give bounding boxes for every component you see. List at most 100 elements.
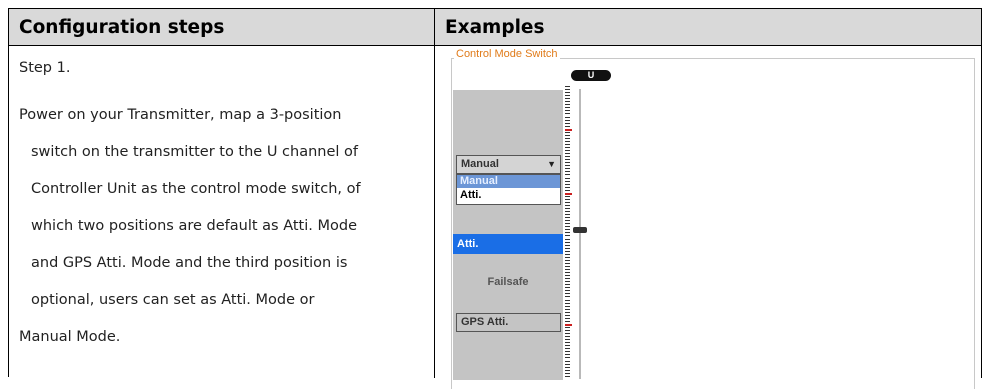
slider-tick <box>565 92 570 94</box>
slider-tick <box>565 366 570 368</box>
slider-tick <box>565 183 570 185</box>
slider-tick <box>565 98 570 100</box>
slider-tick <box>565 305 570 307</box>
slider-tick <box>565 86 570 87</box>
description-line: optional, users can set as Atti. Mode or <box>31 292 315 308</box>
slider-tick <box>565 226 570 228</box>
slider-tick <box>565 113 570 115</box>
slider-tick <box>565 269 570 270</box>
slider-tick <box>565 354 570 356</box>
slider-tick <box>565 180 570 182</box>
atti-mode-indicator: Atti. <box>453 234 563 254</box>
slider-tick <box>565 339 570 341</box>
dropdown-option-atti[interactable]: Atti. <box>457 188 560 202</box>
description-line: switch on the transmitter to the U chann… <box>31 144 359 160</box>
header-examples: Examples <box>435 9 982 46</box>
description-line: Manual Mode. <box>19 329 121 345</box>
slider-tick <box>565 156 570 158</box>
slider-tick <box>565 259 570 261</box>
slider-tick <box>565 326 570 328</box>
slider-tick <box>565 278 570 280</box>
slider-tick <box>565 204 570 206</box>
mode-dropdown-value: Manual <box>461 158 499 170</box>
slider-tick <box>565 186 570 188</box>
slider-handle-icon[interactable] <box>573 227 587 233</box>
slider-tick <box>565 110 570 112</box>
slider-tick <box>565 217 570 219</box>
slider-tick-red <box>565 323 572 326</box>
slider-tick <box>565 290 570 292</box>
description-line: which two positions are default as Atti.… <box>31 218 357 234</box>
slider-tick <box>565 95 570 97</box>
slider-tick <box>565 150 570 152</box>
slider-tick <box>565 241 570 243</box>
config-table: Configuration steps Examples Step 1. Pow… <box>8 8 982 389</box>
slider-tick <box>565 134 570 136</box>
slider-tick <box>565 296 570 298</box>
slider-tick <box>565 232 570 234</box>
slider-tick <box>565 189 570 191</box>
slider-tick <box>565 281 570 283</box>
slider-tick <box>565 168 570 170</box>
slider-tick <box>565 293 570 295</box>
slider-tick <box>565 299 570 301</box>
description-line: Controller Unit as the control mode swit… <box>31 181 361 197</box>
slider-tick <box>565 287 570 289</box>
mode-dropdown-list[interactable]: Manual Atti. <box>456 174 561 205</box>
channel-badge: U <box>571 70 611 81</box>
slider-tick <box>565 308 570 310</box>
slider-tick <box>565 101 570 103</box>
slider-tick <box>565 363 570 365</box>
slider-tick <box>565 177 570 179</box>
slider-tick-red <box>565 192 572 195</box>
slider-tick <box>565 235 570 237</box>
slider-tick <box>565 89 570 91</box>
slider-tick <box>565 143 570 145</box>
slider-tick <box>565 220 570 222</box>
slider-tick <box>565 333 570 335</box>
control-mode-switch-title: Control Mode Switch <box>454 48 560 60</box>
slider-tick <box>565 357 570 359</box>
slider-tick <box>565 351 570 353</box>
config-steps-column: Step 1. Power on your Transmitter, map a… <box>9 46 435 378</box>
slider-tick <box>565 223 570 225</box>
slider-tick <box>565 147 570 148</box>
slider-tick <box>565 238 570 240</box>
mode-dropdown[interactable]: Manual ▼ <box>456 155 561 174</box>
slider-tick <box>565 208 570 209</box>
slider-tick <box>565 302 570 304</box>
slider-tick <box>565 336 570 338</box>
dropdown-arrow-icon: ▼ <box>547 159 556 169</box>
slider-tick <box>565 107 570 109</box>
slider-tick <box>565 253 570 255</box>
slider-tick <box>565 131 570 133</box>
slider-tick <box>565 211 570 213</box>
slider-tick <box>565 284 570 286</box>
examples-column: Control Mode Switch Failsafe Manual ▼ Ma… <box>435 46 982 389</box>
slider-tick <box>565 201 570 203</box>
slider-tick <box>565 342 570 344</box>
slider-tick <box>565 345 570 347</box>
slider-tick <box>565 162 570 164</box>
slider-tick-red <box>565 128 572 131</box>
slider-tick <box>565 214 570 216</box>
dropdown-option-manual[interactable]: Manual <box>457 175 560 188</box>
slider-tick <box>565 348 570 350</box>
slider-tick <box>565 360 570 362</box>
slider-tick <box>565 104 570 106</box>
slider-tick <box>565 275 570 277</box>
slider-tick <box>565 198 570 200</box>
slider-tick <box>565 320 570 322</box>
slider-tick <box>565 153 570 155</box>
slider-tick <box>565 272 570 274</box>
slider-tick <box>565 317 570 319</box>
slider-tick <box>565 119 570 121</box>
slider-tick <box>565 140 570 142</box>
description-line: Power on your Transmitter, map a 3-posit… <box>19 107 342 123</box>
slider-tick <box>565 330 570 331</box>
channel-u-label: U <box>571 70 611 81</box>
channel-slider-track <box>579 89 581 379</box>
slider-tick <box>565 165 570 167</box>
header-configuration-steps: Configuration steps <box>9 9 435 46</box>
slider-tick <box>565 122 570 124</box>
